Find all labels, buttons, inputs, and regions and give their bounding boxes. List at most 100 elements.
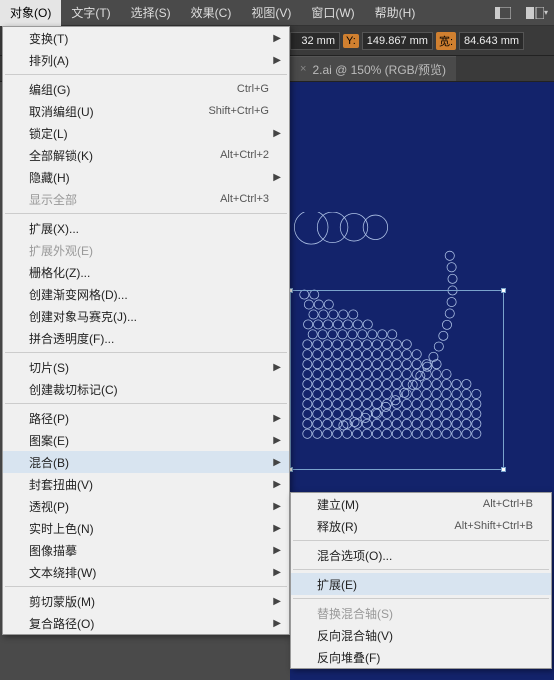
menu-item[interactable]: 全部解锁(K)Alt+Ctrl+2 — [3, 144, 289, 166]
menu-item[interactable]: 创建裁切标记(C) — [3, 378, 289, 400]
menu-item[interactable]: 建立(M)Alt+Ctrl+B — [291, 493, 551, 515]
shortcut: Alt+Ctrl+B — [483, 498, 533, 510]
submenu-arrow-icon: ▶ — [273, 618, 281, 629]
menu-item-label: 替换混合轴(S) — [317, 605, 533, 622]
menu-item[interactable]: 图像描摹 ▶ — [3, 539, 289, 561]
menu-effect[interactable]: 效果(C) — [181, 0, 242, 26]
shortcut: Shift+Ctrl+G — [208, 105, 269, 117]
menu-item-label: 路径(P) — [29, 410, 269, 427]
menu-type[interactable]: 文字(T) — [61, 0, 120, 26]
menu-select[interactable]: 选择(S) — [121, 0, 181, 26]
menu-item-label: 变换(T) — [29, 30, 269, 47]
menu-item-label: 创建裁切标记(C) — [29, 381, 269, 398]
menu-window[interactable]: 窗口(W) — [301, 0, 364, 26]
menu-item-label: 反向堆叠(F) — [317, 649, 533, 666]
submenu-arrow-icon: ▶ — [273, 567, 281, 578]
layout-icon[interactable] — [490, 3, 516, 23]
selection-box — [290, 290, 504, 470]
menu-item[interactable]: 释放(R)Alt+Shift+Ctrl+B — [291, 515, 551, 537]
menu-item-label: 复合路径(O) — [29, 615, 269, 632]
menu-item-label: 切片(S) — [29, 359, 269, 376]
menu-item-label: 图案(E) — [29, 432, 269, 449]
document-tab[interactable]: × 2.ai @ 150% (RGB/预览) — [290, 56, 456, 81]
separator — [293, 598, 549, 599]
handle-br[interactable] — [501, 467, 506, 472]
menu-item[interactable]: 拼合透明度(F)... — [3, 327, 289, 349]
menu-item: 扩展外观(E) — [3, 239, 289, 261]
menu-item[interactable]: 图案(E)▶ — [3, 429, 289, 451]
menu-item-label: 锁定(L) — [29, 125, 269, 142]
menu-item[interactable]: 文本绕排(W) ▶ — [3, 561, 289, 583]
shortcut: Ctrl+G — [237, 83, 269, 95]
menu-item[interactable]: 锁定(L) ▶ — [3, 122, 289, 144]
menu-item-label: 混合(B) — [29, 454, 269, 471]
menu-item[interactable]: 栅格化(Z)... — [3, 261, 289, 283]
submenu-arrow-icon: ▶ — [273, 545, 281, 556]
menu-item-label: 编组(G) — [29, 81, 237, 98]
submenu-arrow-icon: ▶ — [273, 55, 281, 66]
menu-item[interactable]: 编组(G)Ctrl+G — [3, 78, 289, 100]
separator — [5, 586, 287, 587]
submenu-arrow-icon: ▶ — [273, 596, 281, 607]
menu-view[interactable]: 视图(V) — [241, 0, 301, 26]
menu-item-label: 图像描摹 — [29, 542, 269, 559]
menu-help[interactable]: 帮助(H) — [365, 0, 426, 26]
menu-item-label: 创建对象马赛克(J)... — [29, 308, 269, 325]
menu-item[interactable]: 剪切蒙版(M) ▶ — [3, 590, 289, 612]
handle-bl[interactable] — [290, 467, 293, 472]
arrange-icon[interactable]: ▾ — [524, 3, 550, 23]
menu-item-label: 透视(P) — [29, 498, 269, 515]
separator — [5, 74, 287, 75]
submenu-arrow-icon: ▶ — [273, 501, 281, 512]
submenu-arrow-icon: ▶ — [273, 457, 281, 468]
x-value[interactable]: 32 mm — [290, 32, 340, 50]
menu-item-label: 混合选项(O)... — [317, 547, 533, 564]
menu-item-label: 文本绕排(W) — [29, 564, 269, 581]
menu-item-label: 反向混合轴(V) — [317, 627, 533, 644]
menu-item[interactable]: 反向混合轴(V) — [291, 624, 551, 646]
submenu-arrow-icon: ▶ — [273, 413, 281, 424]
menu-item-label: 拼合透明度(F)... — [29, 330, 269, 347]
menu-item-label: 全部解锁(K) — [29, 147, 220, 164]
menu-item[interactable]: 排列(A)▶ — [3, 49, 289, 71]
y-label: Y: — [343, 34, 359, 48]
menu-item: 显示全部Alt+Ctrl+3 — [3, 188, 289, 210]
submenu-arrow-icon: ▶ — [273, 479, 281, 490]
menu-item-label: 显示全部 — [29, 191, 220, 208]
w-label: 宽: — [436, 32, 456, 50]
submenu-arrow-icon: ▶ — [273, 128, 281, 139]
menu-item[interactable]: 隐藏(H)▶ — [3, 166, 289, 188]
menu-item[interactable]: 创建对象马赛克(J)... — [3, 305, 289, 327]
menu-item[interactable]: 复合路径(O) ▶ — [3, 612, 289, 634]
separator — [5, 403, 287, 404]
menu-object[interactable]: 对象(O) — [0, 0, 61, 26]
separator — [5, 352, 287, 353]
shortcut: Alt+Shift+Ctrl+B — [454, 520, 533, 532]
menu-item[interactable]: 混合(B) ▶ — [3, 451, 289, 473]
menu-item[interactable]: 切片(S) ▶ — [3, 356, 289, 378]
shortcut: Alt+Ctrl+2 — [220, 149, 269, 161]
menu-item-label: 封套扭曲(V) — [29, 476, 269, 493]
menu-item[interactable]: 扩展(E) — [291, 573, 551, 595]
handle-tl[interactable] — [290, 288, 293, 293]
menu-item[interactable]: 反向堆叠(F) — [291, 646, 551, 668]
menu-item-label: 栅格化(Z)... — [29, 264, 269, 281]
submenu-arrow-icon: ▶ — [273, 362, 281, 373]
menu-item[interactable]: 取消编组(U)Shift+Ctrl+G — [3, 100, 289, 122]
menu-item[interactable]: 实时上色(N)▶ — [3, 517, 289, 539]
menu-item[interactable]: 混合选项(O)... — [291, 544, 551, 566]
handle-tr[interactable] — [501, 288, 506, 293]
close-icon[interactable]: × — [300, 63, 306, 75]
w-value[interactable]: 84.643 mm — [459, 32, 524, 50]
menu-item[interactable]: 透视(P) ▶ — [3, 495, 289, 517]
menu-item-label: 取消编组(U) — [29, 103, 208, 120]
menu-item-label: 扩展外观(E) — [29, 242, 269, 259]
menu-item[interactable]: 扩展(X)... — [3, 217, 289, 239]
menu-item[interactable]: 路径(P) ▶ — [3, 407, 289, 429]
menu-item[interactable]: 变换(T)▶ — [3, 27, 289, 49]
menu-item-label: 剪切蒙版(M) — [29, 593, 269, 610]
y-value[interactable]: 149.867 mm — [362, 32, 433, 50]
menu-item-label: 建立(M) — [317, 496, 483, 513]
menu-item[interactable]: 创建渐变网格(D)... — [3, 283, 289, 305]
menu-item[interactable]: 封套扭曲(V) ▶ — [3, 473, 289, 495]
